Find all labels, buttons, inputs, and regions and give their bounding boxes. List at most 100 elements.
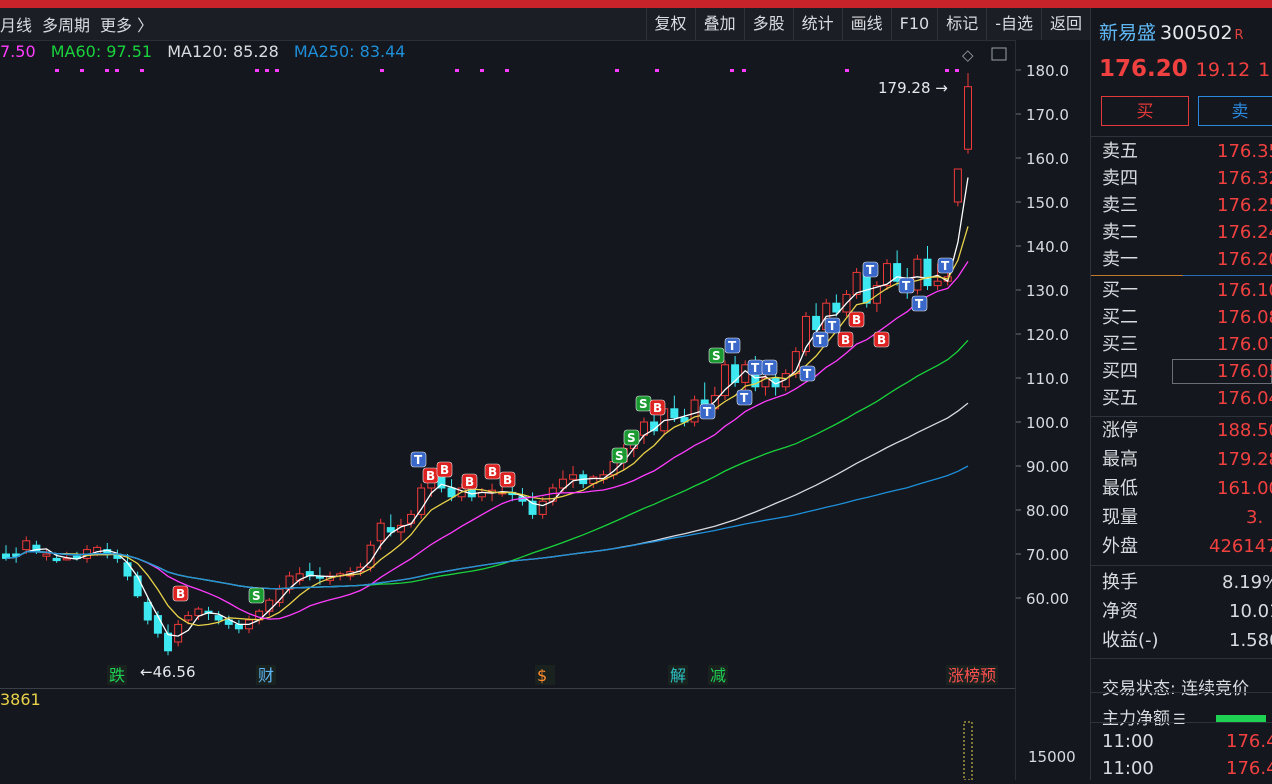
candle-body — [964, 86, 972, 150]
stock-name[interactable]: 新易盛 — [1099, 22, 1156, 44]
candle-body — [214, 615, 223, 621]
bid-price: 176.04 — [1217, 388, 1272, 409]
buy-button[interactable]: 买 — [1101, 96, 1189, 126]
candle-body — [174, 623, 183, 643]
marker-letter: T — [941, 259, 950, 273]
adjust-button[interactable]: 复权 — [645, 8, 695, 40]
high-annotation: 179.28 → — [878, 79, 948, 97]
divider — [1091, 658, 1272, 659]
f10-button[interactable]: F10 — [890, 8, 938, 40]
price-axis-label: 130.0 — [1026, 282, 1069, 300]
price-axis-label: 140.0 — [1026, 238, 1069, 256]
stat-row: 最低 161.00 — [1091, 474, 1272, 503]
candle-body — [265, 599, 274, 612]
ask-row: 卖四 176.32 — [1091, 165, 1272, 192]
ma5-line — [5, 177, 969, 637]
marker-letter: B — [488, 465, 497, 479]
stock-code: 300502 — [1160, 22, 1233, 44]
more-menu[interactable]: 更多 〉 — [100, 12, 153, 36]
candle-body — [670, 408, 679, 419]
stat-label: 涨停 — [1102, 420, 1138, 441]
candle-body — [376, 522, 385, 542]
trade-signal-marker: T — [937, 257, 954, 274]
overlay-button[interactable]: 叠加 — [694, 8, 744, 40]
sell-button[interactable]: 卖 — [1198, 96, 1272, 126]
period-multi[interactable]: 多周期 — [42, 12, 90, 36]
event-marker: 跌 — [109, 666, 125, 685]
multi-stock-button[interactable]: 多股 — [743, 8, 793, 40]
trade-signal-marker: B — [436, 461, 453, 478]
chart-toolbar: 月线 多周期 更多 〉 复权 叠加 多股 统计 画线 F10 标记 -自选 返回 — [0, 8, 1090, 41]
period-monthly[interactable]: 月线 — [0, 12, 32, 36]
signal-dot — [742, 69, 746, 72]
marker-letter: S — [252, 589, 261, 603]
candle-body — [953, 168, 962, 203]
list-icon[interactable]: ☰ — [1173, 712, 1186, 728]
trade-signal-marker: B — [873, 331, 890, 348]
bid-row: 买二 176.08 — [1091, 304, 1272, 331]
remove-watchlist-button[interactable]: -自选 — [986, 8, 1041, 40]
candle-body — [22, 540, 31, 551]
price-change: 19.12 — [1195, 59, 1251, 81]
price-axis-label: 120.0 — [1026, 326, 1069, 344]
mark-button[interactable]: 标记 — [937, 8, 986, 40]
trade-signal-marker: S — [708, 347, 725, 364]
price-axis-label: 170.0 — [1026, 106, 1069, 124]
trade-signal-marker: T — [747, 359, 764, 376]
signal-dot — [380, 69, 384, 72]
stat-row: 收益(-) 1.580 — [1091, 626, 1272, 655]
candle-body — [447, 487, 456, 498]
trade-signal-marker: T — [824, 317, 841, 334]
price-axis-label: 80.00 — [1026, 502, 1069, 520]
signal-dot — [480, 69, 484, 72]
trade-signal-marker: B — [484, 463, 501, 480]
bid-row[interactable]: 买四 176.05 — [1102, 358, 1272, 385]
ma60-legend: MA60: 97.51 — [50, 42, 153, 61]
trade-signal-marker: B — [499, 471, 516, 488]
tick-price: 176.4 — [1226, 758, 1272, 779]
price-axis-label: 180.0 — [1026, 62, 1069, 80]
signal-dot — [955, 69, 959, 72]
signal-dot — [615, 69, 619, 72]
candle-body — [164, 632, 173, 652]
stat-value: 1.580 — [1229, 630, 1272, 651]
marker-letter: T — [740, 391, 749, 405]
draw-line-button[interactable]: 画线 — [841, 8, 891, 40]
ask-label: 卖四 — [1102, 168, 1138, 189]
marker-letter: B — [426, 469, 435, 483]
candle-body — [731, 364, 740, 383]
quote-stats-2: 换手 8.19% 净资 10.01 收益(-) 1.580 — [1091, 568, 1272, 655]
kline-svg: 179.28 →←46.56跌财 $ 解减涨榜预B STB BBBBSSS B TSTTT T… — [2, 46, 1007, 781]
kline-chart[interactable]: 179.28 → ←46.56 跌财 $ 解减涨榜预 B S T B B B B B S S S B T S T T T T… — [0, 40, 1090, 781]
trade-signal-marker: S — [248, 587, 265, 604]
stat-value: 161.00 — [1217, 478, 1272, 499]
stat-row: 最高 179.28 — [1091, 445, 1272, 474]
bid-label: 买二 — [1102, 307, 1138, 328]
ask-price: 176.24 — [1217, 222, 1272, 243]
marker-letter: T — [828, 319, 837, 333]
tick-price: 176.4 — [1226, 731, 1272, 752]
marker-letter: B — [841, 333, 850, 347]
statistics-button[interactable]: 统计 — [792, 8, 842, 40]
bid-price: 176.07 — [1217, 334, 1272, 355]
signal-dot — [265, 69, 269, 72]
candle-body — [184, 615, 193, 621]
ask-price: 176.25 — [1217, 195, 1272, 216]
bid-row: 买五 176.04 — [1091, 385, 1272, 412]
event-marker: 涨榜预 — [948, 666, 996, 685]
candle-body — [32, 544, 41, 553]
last-price: 176.20 — [1099, 56, 1188, 82]
price-axis-label: 70.00 — [1026, 546, 1069, 564]
ma250-legend: MA250: 83.44 — [293, 42, 406, 61]
back-button[interactable]: 返回 — [1040, 8, 1090, 40]
marker-letter: S — [627, 431, 636, 445]
marker-letter: T — [751, 361, 760, 375]
stat-row: 涨停 188.50 — [1091, 416, 1272, 445]
trade-signal-marker: B — [422, 467, 439, 484]
stat-label: 最高 — [1102, 449, 1138, 470]
marker-letter: B — [877, 333, 886, 347]
marker-letter: B — [852, 313, 861, 327]
ma120-legend: MA120: 85.28 — [167, 42, 279, 61]
tick-row: 11:00 176.4 — [1102, 755, 1272, 782]
diamond-icon: ◇ — [962, 46, 974, 64]
